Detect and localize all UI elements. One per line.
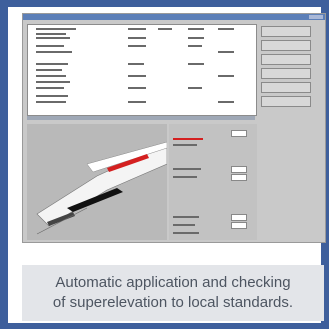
road-3d-preview[interactable] <box>27 124 168 240</box>
caption-line-2: of superelevation to local standards. <box>52 294 294 311</box>
param-label <box>173 224 195 226</box>
side-button[interactable] <box>261 26 311 37</box>
param-label <box>173 232 199 234</box>
table-row[interactable] <box>36 95 68 97</box>
window-title-bar <box>23 14 325 20</box>
table-row[interactable] <box>36 51 72 53</box>
window-controls[interactable] <box>309 15 323 19</box>
table-cell <box>218 101 234 103</box>
value-field[interactable] <box>231 166 247 173</box>
table-row[interactable] <box>36 63 68 65</box>
table-cell <box>188 63 204 65</box>
table-cell <box>158 28 172 30</box>
superelevation-table[interactable] <box>27 24 257 116</box>
table-row[interactable] <box>36 101 66 103</box>
caption-box: Automatic application and checking of su… <box>22 265 324 321</box>
image-frame: Automatic application and checking of su… <box>0 0 329 329</box>
value-field[interactable] <box>231 174 247 181</box>
table-cell <box>128 28 146 30</box>
side-button[interactable] <box>261 68 311 79</box>
table-cell <box>218 28 234 30</box>
table-row[interactable] <box>36 87 64 89</box>
param-label <box>173 216 199 218</box>
table-cell <box>128 63 144 65</box>
table-cell <box>188 28 204 30</box>
value-field[interactable] <box>231 214 247 221</box>
table-cell <box>128 87 146 89</box>
horizontal-scrollbar[interactable] <box>27 116 255 120</box>
table-row[interactable] <box>36 37 70 39</box>
table-cell <box>128 37 146 39</box>
table-row[interactable] <box>36 33 66 35</box>
param-label <box>173 176 197 178</box>
highlight-mark <box>173 138 203 140</box>
table-cell <box>218 51 234 53</box>
software-screenshot <box>22 13 326 243</box>
table-row[interactable] <box>36 69 62 71</box>
frame-inner: Automatic application and checking of su… <box>8 7 326 323</box>
table-row[interactable] <box>36 45 64 47</box>
table-cell <box>218 75 234 77</box>
param-label <box>173 168 201 170</box>
side-button[interactable] <box>261 54 311 65</box>
value-field[interactable] <box>231 222 247 229</box>
road-surface-illustration <box>27 124 168 240</box>
table-cell <box>128 101 146 103</box>
table-row[interactable] <box>36 28 76 30</box>
table-row[interactable] <box>36 75 66 77</box>
value-field[interactable] <box>231 130 247 137</box>
parameters-panel <box>169 124 257 240</box>
table-cell <box>128 75 146 77</box>
param-label <box>173 144 197 146</box>
side-button[interactable] <box>261 82 311 93</box>
table-cell <box>188 45 202 47</box>
side-button[interactable] <box>261 40 311 51</box>
table-cell <box>188 87 202 89</box>
table-row[interactable] <box>36 81 70 83</box>
table-cell <box>188 37 204 39</box>
table-cell <box>128 45 146 47</box>
side-button[interactable] <box>261 96 311 107</box>
caption-line-1: Automatic application and checking <box>55 274 291 291</box>
